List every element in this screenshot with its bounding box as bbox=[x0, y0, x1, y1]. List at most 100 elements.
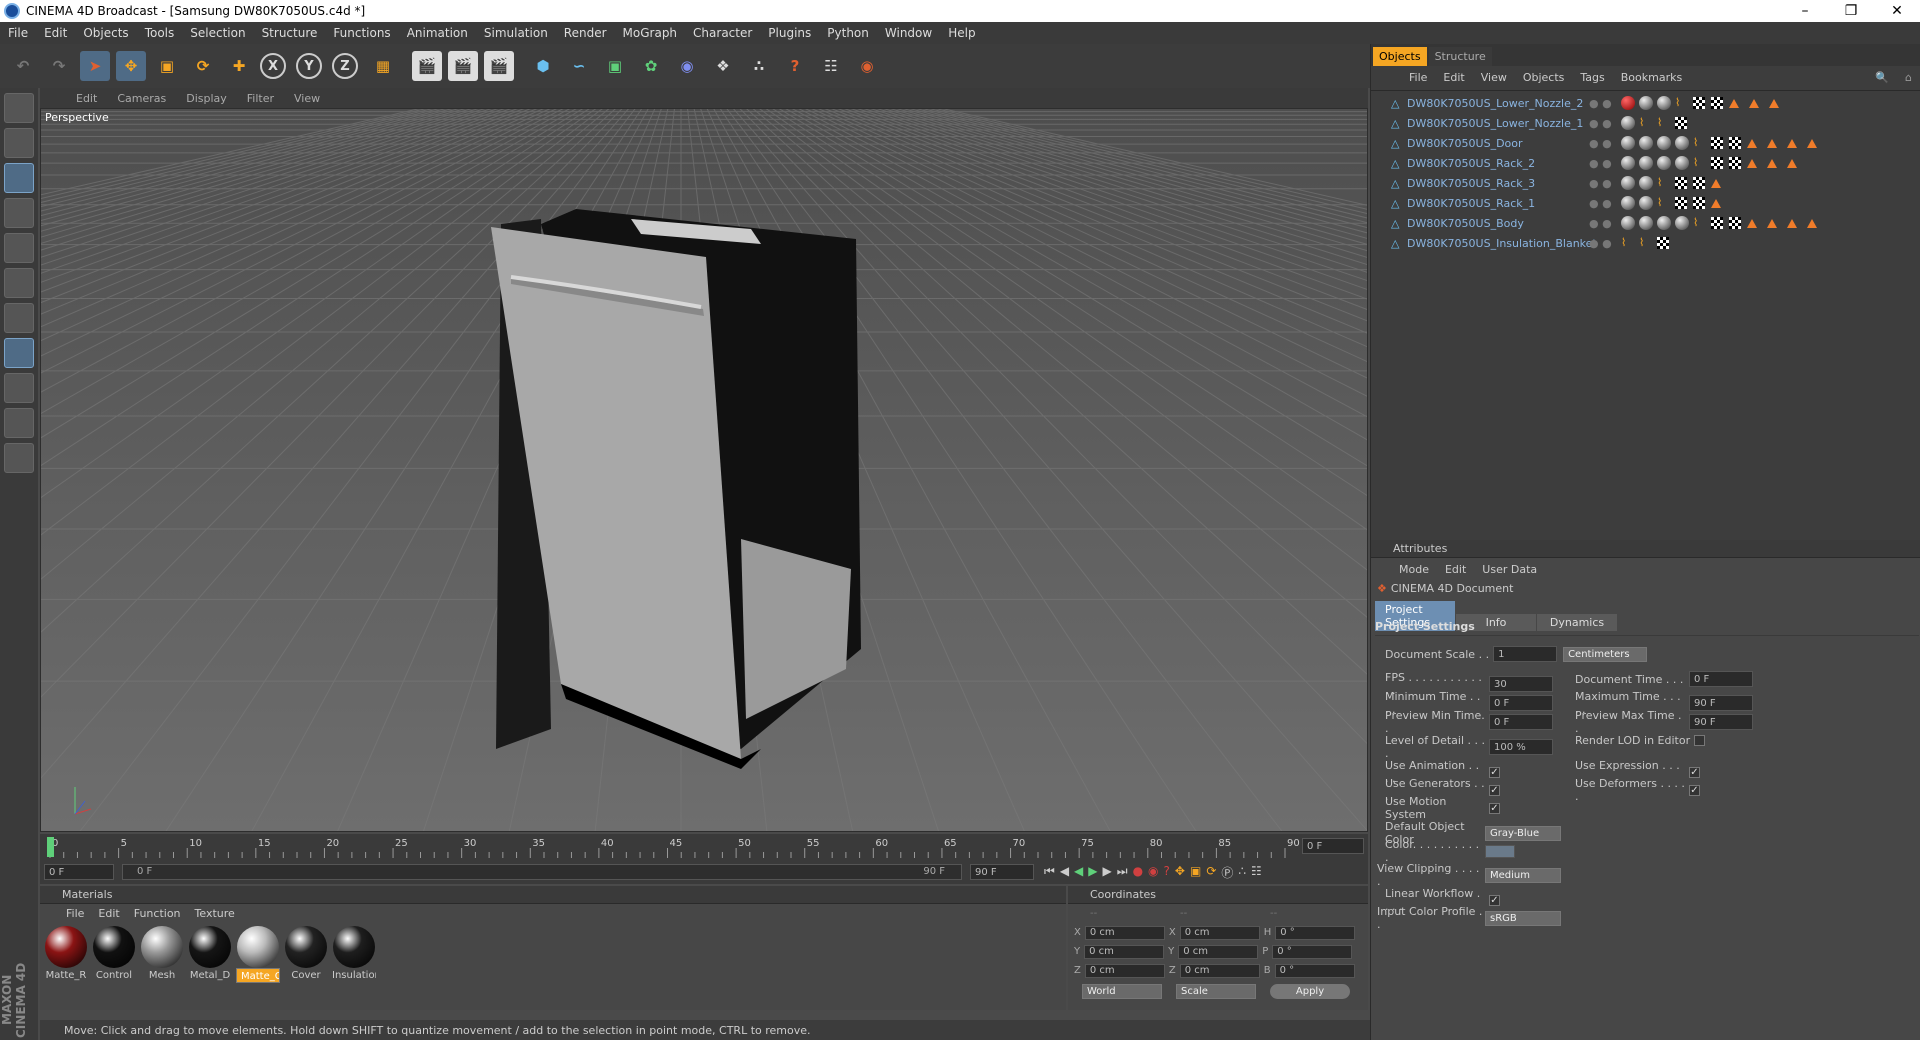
y-axis-lock-icon[interactable]: Y bbox=[296, 53, 322, 79]
coord-field[interactable]: 0 cm bbox=[1179, 963, 1260, 978]
attr-menu-userdata[interactable]: User Data bbox=[1474, 563, 1545, 576]
scene-icon[interactable]: ❖ bbox=[708, 51, 738, 81]
color-swatch[interactable] bbox=[1485, 844, 1515, 858]
subdivision-icon[interactable]: ▣ bbox=[600, 51, 630, 81]
texture-tag-icon[interactable] bbox=[1675, 177, 1687, 189]
coord-field[interactable]: 0 ° bbox=[1272, 944, 1353, 959]
next-key-icon[interactable]: ▶ bbox=[1103, 864, 1112, 881]
minimize-icon[interactable]: – bbox=[1782, 3, 1828, 19]
uvw-tag-icon[interactable]: ⌇ bbox=[1657, 196, 1671, 210]
visibility-dots[interactable]: ● ● bbox=[1589, 217, 1612, 230]
material-tag-icon[interactable] bbox=[1657, 216, 1671, 230]
menu-edit[interactable]: Edit bbox=[36, 26, 75, 40]
model-mode-icon[interactable] bbox=[4, 163, 34, 193]
particles-icon[interactable]: ∴ bbox=[744, 51, 774, 81]
material-tag-icon[interactable] bbox=[1639, 96, 1653, 110]
attr-menu-mode[interactable]: Mode bbox=[1391, 563, 1437, 576]
key-pla-icon[interactable]: ∴ bbox=[1238, 864, 1246, 881]
redo-icon[interactable]: ↷ bbox=[44, 51, 74, 81]
texture-tag-icon[interactable] bbox=[1675, 117, 1687, 129]
view-clipping-select[interactable]: Medium bbox=[1485, 867, 1561, 883]
start-frame-field[interactable]: 0 F bbox=[44, 864, 114, 880]
play-forward-icon[interactable]: ▶ bbox=[1088, 864, 1097, 881]
material-tag-icon[interactable] bbox=[1621, 216, 1635, 230]
apply-button[interactable]: Apply bbox=[1270, 984, 1350, 999]
uvw-tag-icon[interactable]: ⌇ bbox=[1693, 136, 1707, 150]
material-tag-icon[interactable] bbox=[1639, 156, 1653, 170]
coord-field[interactable]: 0 cm bbox=[1084, 963, 1165, 978]
go-to-end-icon[interactable]: ⏭ bbox=[1117, 864, 1128, 881]
timeline-window-icon[interactable]: ☷ bbox=[1251, 864, 1262, 881]
doc-scale-field[interactable]: 1 bbox=[1493, 646, 1558, 662]
coordinate-system-icon[interactable]: ▦ bbox=[368, 51, 398, 81]
viewport-menu-edit[interactable]: Edit bbox=[66, 92, 107, 105]
end-frame-field[interactable]: 90 F bbox=[970, 864, 1034, 880]
keyframe-selection-icon[interactable]: ? bbox=[1164, 864, 1170, 881]
obj-menu-view[interactable]: View bbox=[1473, 71, 1515, 84]
key-parameter-icon[interactable]: Ⓟ bbox=[1221, 864, 1233, 881]
material-tag-icon[interactable] bbox=[1639, 176, 1653, 190]
visibility-dots[interactable]: ● ● bbox=[1589, 237, 1612, 250]
menu-objects[interactable]: Objects bbox=[75, 26, 136, 40]
current-frame-field[interactable]: 0 F bbox=[1302, 838, 1364, 854]
tab-objects[interactable]: Objects bbox=[1373, 47, 1427, 66]
material-tag-icon[interactable] bbox=[1657, 136, 1671, 150]
viewport-menu-display[interactable]: Display bbox=[176, 92, 237, 105]
polygons-mode-icon[interactable] bbox=[4, 303, 34, 333]
use-generators-checkbox[interactable]: ✓ bbox=[1489, 784, 1500, 796]
use-deformers-checkbox[interactable]: ✓ bbox=[1689, 784, 1700, 796]
material-tag-icon[interactable] bbox=[1621, 96, 1635, 110]
object-row[interactable]: △ DW80K7050US_Lower_Nozzle_1 ● ● ⌇ ⌇ bbox=[1371, 113, 1920, 133]
material-tag-icon[interactable] bbox=[1657, 156, 1671, 170]
uvw-tag-icon[interactable]: ⌇ bbox=[1657, 176, 1671, 190]
use-expression-checkbox[interactable]: ✓ bbox=[1689, 766, 1700, 778]
render-view-icon[interactable]: 🎬 bbox=[412, 51, 442, 81]
object-row[interactable]: △ DW80K7050US_Lower_Nozzle_2 ● ● ⌇ bbox=[1371, 93, 1920, 113]
coord-field[interactable]: 0 cm bbox=[1178, 944, 1259, 959]
material-swatch[interactable]: Mesh bbox=[140, 926, 184, 984]
menu-render[interactable]: Render bbox=[556, 26, 615, 40]
rotate-icon[interactable]: ⟳ bbox=[188, 51, 218, 81]
coord-system-select[interactable]: World bbox=[1082, 984, 1162, 999]
make-editable-icon[interactable] bbox=[4, 128, 34, 158]
menu-structure[interactable]: Structure bbox=[254, 26, 326, 40]
texture-tag-icon[interactable] bbox=[1693, 177, 1705, 189]
texture-tag-icon[interactable] bbox=[1693, 197, 1705, 209]
menu-animation[interactable]: Animation bbox=[399, 26, 476, 40]
menu-plugins[interactable]: Plugins bbox=[760, 26, 819, 40]
key-rotation-icon[interactable]: ⟳ bbox=[1206, 864, 1216, 881]
prev-max-field[interactable]: 90 F bbox=[1689, 714, 1753, 730]
uvw-tag-icon[interactable]: ⌇ bbox=[1621, 236, 1635, 250]
visibility-dots[interactable]: ● ● bbox=[1589, 117, 1612, 130]
object-row[interactable]: △ DW80K7050US_Rack_3 ● ● ⌇ bbox=[1371, 173, 1920, 193]
texture-tag-icon[interactable] bbox=[1657, 237, 1669, 249]
x-axis-lock-icon[interactable]: X bbox=[260, 53, 286, 79]
texture-tag-icon[interactable] bbox=[1729, 157, 1741, 169]
use-animation-checkbox[interactable]: ✓ bbox=[1489, 766, 1500, 778]
render-settings-icon[interactable]: 🎬 bbox=[484, 51, 514, 81]
timeline-ruler[interactable]: 0 5 10 15 20 25 30 35 40 45 50 55 60 65 70 75 80 85 90 0 F bbox=[40, 834, 1368, 860]
coord-field[interactable]: 0 ° bbox=[1275, 925, 1356, 940]
key-scale-icon[interactable]: ▣ bbox=[1190, 864, 1201, 881]
lod-field[interactable]: 100 % bbox=[1489, 739, 1553, 755]
menu-tools[interactable]: Tools bbox=[137, 26, 183, 40]
content-browser-icon[interactable]: ◉ bbox=[852, 51, 882, 81]
material-tag-icon[interactable] bbox=[1675, 216, 1689, 230]
menu-mograph[interactable]: MoGraph bbox=[615, 26, 686, 40]
doc-time-field[interactable]: 0 F bbox=[1689, 671, 1753, 687]
coord-field[interactable]: 0 cm bbox=[1179, 925, 1260, 940]
texture-tag-icon[interactable] bbox=[1675, 197, 1687, 209]
visibility-dots[interactable]: ● ● bbox=[1589, 177, 1612, 190]
use-motion-checkbox[interactable]: ✓ bbox=[1489, 802, 1500, 814]
material-swatch[interactable]: Control bbox=[92, 926, 136, 984]
materials-menu-function[interactable]: Function bbox=[128, 907, 189, 920]
material-swatch[interactable]: Matte_G bbox=[236, 926, 280, 984]
visibility-dots[interactable]: ● ● bbox=[1589, 97, 1612, 110]
autokey-icon[interactable]: ◉ bbox=[1148, 864, 1158, 881]
menu-selection[interactable]: Selection bbox=[182, 26, 253, 40]
coord-field[interactable]: 0 ° bbox=[1274, 963, 1355, 978]
obj-menu-file[interactable]: File bbox=[1401, 71, 1435, 84]
scale-icon[interactable]: ▣ bbox=[152, 51, 182, 81]
mograph-icon[interactable]: ✿ bbox=[636, 51, 666, 81]
layout-icon[interactable] bbox=[4, 93, 34, 123]
